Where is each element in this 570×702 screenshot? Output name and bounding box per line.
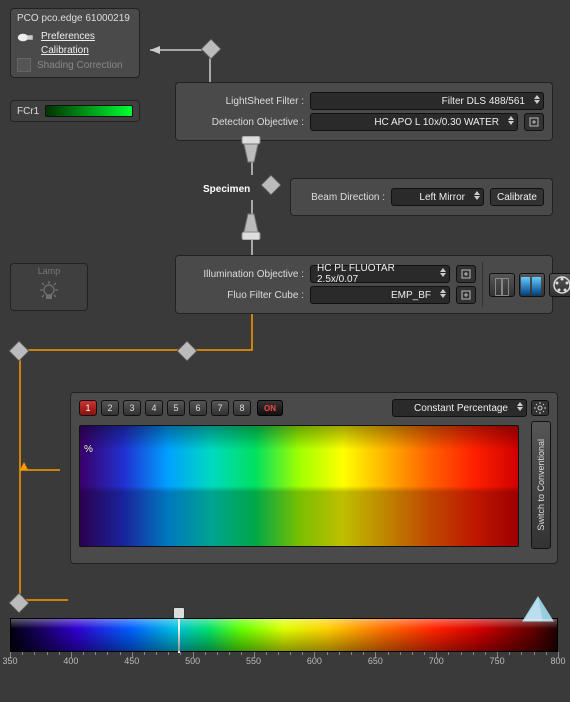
preferences-row[interactable]: Preferences — [11, 28, 139, 44]
stepper-icon — [517, 402, 523, 411]
fcr-label: FCr1 — [17, 106, 39, 117]
stepper-icon — [440, 268, 446, 277]
beam-direction-panel: Beam Direction : Left Mirror Calibrate — [290, 178, 553, 216]
fluo-filter-cube-add-button[interactable] — [456, 286, 476, 304]
laser-line-7[interactable]: 7 — [211, 400, 229, 416]
beam-direction-value: Left Mirror — [419, 192, 465, 203]
ruler-label: 450 — [124, 656, 139, 666]
laser-line-3[interactable]: 3 — [123, 400, 141, 416]
preferences-link[interactable]: Preferences — [41, 31, 95, 42]
spectrum-bar[interactable] — [10, 618, 558, 652]
stepper-icon — [474, 191, 480, 200]
calibration-row[interactable]: Calibration — [11, 44, 139, 57]
filter-cube-button[interactable] — [519, 273, 545, 297]
wavelength-spectrum: 350400450500550600650700750800 — [10, 618, 558, 668]
lightsheet-filter-select[interactable]: Filter DLS 488/561 — [310, 92, 544, 110]
intensity-mode-value: Constant Percentage — [414, 403, 508, 414]
laser-line-4[interactable]: 4 — [145, 400, 163, 416]
detection-panel: LightSheet Filter : Filter DLS 488/561 D… — [175, 82, 553, 141]
ruler-label: 750 — [490, 656, 505, 666]
detection-objective-value: HC APO L 10x/0.30 WATER — [374, 117, 499, 128]
laser-head: 1 2 3 4 5 6 7 8 ON Constant Percentage — [79, 399, 549, 417]
lightsheet-filter-label: LightSheet Filter : — [184, 96, 304, 107]
ruler-ticks: 350400450500550600650700750800 — [10, 652, 558, 668]
ifw-button[interactable] — [489, 273, 515, 297]
gear-icon — [534, 402, 546, 414]
prism-icon — [521, 595, 555, 623]
laser-intensity-spectrum[interactable]: % — [79, 425, 519, 547]
laser-line-8[interactable]: 8 — [233, 400, 251, 416]
detection-objective-add-button[interactable] — [524, 113, 544, 131]
laser-settings-button[interactable] — [531, 400, 549, 416]
stepper-icon — [508, 116, 514, 125]
stepper-icon — [440, 289, 446, 298]
calibration-link[interactable]: Calibration — [41, 45, 89, 56]
ruler-label: 650 — [368, 656, 383, 666]
illumination-objective-label: Illumination Objective : — [184, 269, 304, 280]
laser-on-toggle[interactable]: ON — [257, 400, 283, 416]
ruler-label: 800 — [550, 656, 565, 666]
filter-wheel-button[interactable] — [549, 273, 570, 297]
switch-to-conventional-button[interactable]: Switch to Conventional — [531, 421, 551, 549]
fluo-filter-cube-label: Fluo Filter Cube : — [184, 290, 304, 301]
beam-direction-label: Beam Direction : — [299, 192, 385, 203]
laser-line-5[interactable]: 5 — [167, 400, 185, 416]
detection-objective-select[interactable]: HC APO L 10x/0.30 WATER — [310, 113, 518, 131]
lamp-panel: Lamp — [10, 263, 88, 311]
laser-panel: 1 2 3 4 5 6 7 8 ON Constant Percentage %… — [70, 392, 558, 564]
specimen-label: Specimen — [203, 184, 250, 195]
percent-symbol: % — [84, 444, 93, 455]
illumination-objective-select[interactable]: HC PL FLUOTAR 2.5x/0.07 — [310, 265, 450, 283]
shading-row: Shading Correction — [11, 57, 139, 73]
lightsheet-filter-value: Filter DLS 488/561 — [442, 96, 525, 107]
laser-line-1[interactable]: 1 — [79, 400, 97, 416]
camera-panel: PCO pco.edge 61000219 Preferences Calibr… — [10, 8, 140, 78]
fluo-filter-cube-select[interactable]: EMP_BF — [310, 286, 450, 304]
lamp-icon — [38, 280, 60, 302]
stepper-icon — [534, 95, 540, 104]
fcr-color-bar[interactable] — [45, 105, 133, 117]
intensity-mode-select[interactable]: Constant Percentage — [392, 399, 527, 417]
laser-line-6[interactable]: 6 — [189, 400, 207, 416]
ruler-label: 700 — [429, 656, 444, 666]
ruler-label: 400 — [63, 656, 78, 666]
ruler-label: 350 — [2, 656, 17, 666]
ruler-label: 500 — [185, 656, 200, 666]
shading-label: Shading Correction — [37, 60, 123, 71]
illumination-panel: Illumination Objective : HC PL FLUOTAR 2… — [175, 255, 553, 314]
laser-line-2[interactable]: 2 — [101, 400, 119, 416]
illumination-objective-icon — [234, 212, 268, 240]
camera-icon — [17, 29, 35, 43]
ruler-label: 600 — [307, 656, 322, 666]
illumination-objective-add-button[interactable] — [456, 265, 476, 283]
fcr-panel: FCr1 — [10, 100, 140, 122]
switch-label: Switch to Conventional — [536, 439, 546, 531]
camera-title: PCO pco.edge 61000219 — [11, 13, 139, 28]
lamp-title: Lamp — [11, 266, 87, 276]
illumination-objective-value: HC PL FLUOTAR 2.5x/0.07 — [317, 263, 431, 285]
fluo-filter-cube-value: EMP_BF — [391, 290, 431, 301]
ruler-label: 550 — [246, 656, 261, 666]
detection-objective-label: Detection Objective : — [184, 117, 304, 128]
shading-checkbox[interactable] — [17, 58, 31, 72]
detection-objective-icon — [234, 136, 268, 164]
calibrate-button[interactable]: Calibrate — [490, 188, 544, 206]
wavelength-marker[interactable] — [173, 607, 185, 651]
beam-direction-select[interactable]: Left Mirror — [391, 188, 484, 206]
